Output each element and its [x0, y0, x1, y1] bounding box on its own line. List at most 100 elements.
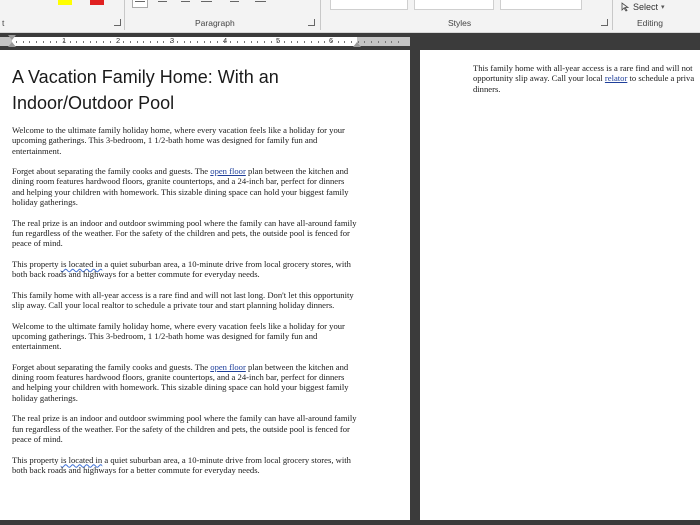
ruler-tick — [257, 41, 259, 43]
ruler-tick — [42, 41, 44, 43]
align-center-button[interactable] — [154, 0, 170, 8]
ruler-tick — [123, 41, 125, 43]
ruler-tick — [297, 41, 299, 43]
text-run: The real prize is an indoor and outdoor … — [12, 413, 357, 444]
ruler-tick — [310, 41, 312, 43]
ruler-tick — [36, 41, 38, 43]
text-run: This property — [12, 258, 61, 269]
ruler-tick — [69, 41, 71, 43]
text-run: Forget about separating the family cooks… — [12, 361, 211, 372]
ruler-tick — [150, 41, 151, 43]
paragraph-group-label: Paragraph — [195, 18, 235, 28]
paragraph-dialog-launcher-icon[interactable] — [308, 19, 315, 26]
paragraph-pool[interactable]: The real prize is an indoor and outdoor … — [12, 413, 358, 444]
style-gallery-item[interactable] — [414, 0, 494, 10]
ruler-tick — [223, 41, 225, 43]
ruler-tick — [96, 41, 98, 43]
relator-link[interactable]: relator — [605, 73, 627, 83]
shading-button[interactable] — [252, 0, 268, 8]
paragraph-welcome[interactable]: Welcome to the ultimate family holiday h… — [12, 125, 358, 156]
ruler-tick — [277, 41, 279, 43]
ruler-tick — [397, 41, 399, 43]
select-button-label: Select — [633, 2, 659, 12]
ribbon-separator — [320, 0, 321, 30]
grammar-flag[interactable]: is located in — [61, 455, 103, 465]
ruler-tick — [109, 41, 111, 43]
document-page-2[interactable]: This family home with all-year access is… — [420, 50, 700, 520]
paragraph-access-fragment[interactable]: This family home with all-year access is… — [473, 63, 700, 94]
document-page[interactable]: A Vacation Family Home: With an Indoor/O… — [0, 50, 410, 520]
paragraph-pool[interactable]: The real prize is an indoor and outdoor … — [12, 218, 358, 249]
ruler-tick — [190, 41, 192, 43]
text-run: The real prize is an indoor and outdoor … — [12, 217, 357, 249]
ruler-tick — [263, 41, 265, 43]
ruler-tick — [377, 41, 379, 43]
ruler-tick — [210, 41, 212, 43]
ruler-tick — [371, 41, 373, 43]
select-button[interactable]: Select ▾ — [620, 0, 665, 14]
ruler-tick — [324, 41, 326, 43]
text-run: Forget about separating the family cooks… — [12, 166, 211, 177]
grammar-flag[interactable]: is located in — [61, 259, 103, 269]
ruler-tick — [89, 41, 91, 43]
document-title[interactable]: A Vacation Family Home: With an Indoor/O… — [12, 64, 352, 116]
ruler-tick — [170, 41, 172, 43]
ruler-tick — [357, 41, 359, 43]
chevron-down-icon: ▾ — [661, 4, 665, 11]
ruler-tick — [203, 41, 205, 43]
styles-dialog-launcher-icon[interactable] — [601, 19, 608, 26]
ruler-tick — [270, 41, 272, 43]
justify-button[interactable] — [198, 0, 214, 8]
ruler-tick — [237, 41, 239, 43]
ruler-tick — [143, 41, 145, 43]
paragraph-location[interactable]: This property is located in a quiet subu… — [12, 455, 358, 476]
ruler-tick — [62, 41, 64, 43]
ruler-tick — [136, 41, 138, 43]
paragraph-location[interactable]: This property is located in a quiet subu… — [12, 259, 358, 280]
align-right-button[interactable] — [176, 0, 192, 8]
paragraph-welcome[interactable]: Welcome to the ultimate family holiday h… — [12, 321, 358, 352]
document-body[interactable]: Welcome to the ultimate family holiday h… — [12, 125, 358, 485]
style-gallery-item[interactable] — [500, 0, 582, 10]
open-floor-link[interactable]: open floor — [210, 166, 246, 176]
highlight-color-swatch[interactable] — [58, 0, 72, 5]
ruler-tick — [29, 41, 31, 43]
ruler-tick — [230, 41, 232, 43]
font-group-label-partial: t — [2, 18, 5, 28]
ruler-tick — [243, 41, 245, 43]
font-dialog-launcher-icon[interactable] — [114, 19, 121, 26]
text-run: Welcome to the ultimate family holiday h… — [12, 320, 345, 352]
ruler-tick — [290, 41, 292, 43]
text-run: Welcome to the ultimate family holiday h… — [12, 125, 345, 156]
ribbon: t Paragraph Styles Select ▾ Editing — [0, 0, 700, 33]
text-run: This property — [12, 454, 61, 465]
horizontal-ruler[interactable]: 1 2 3 4 5 6 — [0, 33, 700, 50]
open-floor-link[interactable]: open floor — [210, 362, 246, 372]
align-left-button[interactable] — [132, 0, 148, 8]
ruler-tick — [337, 41, 339, 43]
ruler-tick — [304, 41, 306, 43]
ruler-tick — [250, 41, 252, 43]
ruler-tick — [76, 41, 78, 43]
line-spacing-button[interactable] — [226, 0, 242, 8]
ruler-tick — [22, 41, 24, 43]
ruler-tick — [103, 41, 105, 43]
ruler-tick — [317, 41, 319, 43]
paragraph-floor[interactable]: Forget about separating the family cooks… — [12, 362, 358, 403]
ruler-tick — [56, 41, 58, 43]
ruler-tick — [83, 41, 84, 43]
styles-group-label: Styles — [448, 18, 472, 28]
first-line-indent-marker[interactable] — [8, 35, 16, 40]
ruler-tick — [176, 41, 178, 43]
canvas-bottom — [0, 520, 700, 525]
hanging-indent-marker[interactable] — [8, 42, 16, 47]
ruler-tick — [284, 41, 285, 43]
style-gallery-item[interactable] — [330, 0, 408, 10]
ruler-tick — [116, 41, 118, 43]
paragraph-access[interactable]: This family home with all-year access is… — [12, 290, 358, 311]
cursor-arrow-icon — [621, 2, 630, 12]
font-color-swatch[interactable] — [90, 0, 104, 5]
paragraph-floor[interactable]: Forget about separating the family cooks… — [12, 166, 358, 207]
ruler-tick — [364, 41, 366, 43]
ruler-tick — [351, 41, 352, 43]
